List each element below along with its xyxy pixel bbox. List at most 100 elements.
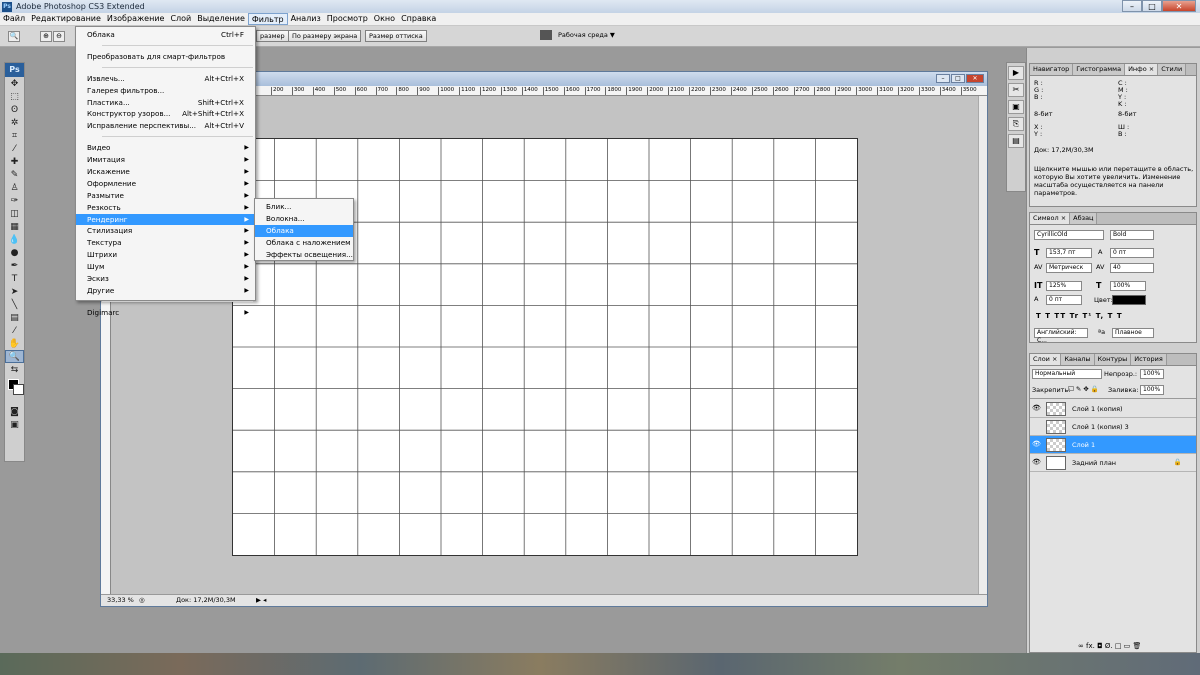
- tab-histogram[interactable]: Гистограмма: [1073, 64, 1126, 75]
- menu-image[interactable]: Изображение: [104, 13, 168, 25]
- slice-tool-icon[interactable]: ⁄: [5, 142, 24, 155]
- healing-brush-icon[interactable]: ✚: [5, 155, 24, 168]
- actual-pixels-button[interactable]: размер: [256, 30, 289, 42]
- menu-window[interactable]: Окно: [371, 13, 398, 25]
- leading-field[interactable]: 0 пт: [1110, 248, 1154, 258]
- layer-footer-buttons[interactable]: ∞ fx. ◘ Ø. □ ▭ 🗑: [1078, 642, 1141, 650]
- doc-maximize-button[interactable]: □: [951, 74, 965, 83]
- zoom-in-icon[interactable]: ⊕: [40, 31, 52, 42]
- opacity-field[interactable]: 100%: [1140, 369, 1164, 379]
- tools-preset-icon[interactable]: ✂: [1008, 83, 1024, 97]
- vertical-scale-field[interactable]: 125%: [1046, 281, 1082, 291]
- menu-item-sketch[interactable]: Эскиз ▶: [76, 273, 255, 285]
- eyedropper-icon[interactable]: ⁄: [5, 324, 24, 337]
- measurement-log-icon[interactable]: ▤: [1008, 134, 1024, 148]
- tab-channels[interactable]: Каналы: [1061, 354, 1095, 365]
- minimize-button[interactable]: –: [1122, 0, 1142, 12]
- tab-info[interactable]: Инфо ×: [1125, 64, 1159, 75]
- zoom-tool-icon[interactable]: 🔍: [8, 31, 20, 42]
- zoom-out-icon[interactable]: ⊖: [53, 31, 65, 42]
- pen-tool-icon[interactable]: ✒: [5, 259, 24, 272]
- tab-paragraph[interactable]: Абзац: [1070, 213, 1098, 224]
- tab-navigator[interactable]: Навигатор: [1030, 64, 1074, 75]
- notes-tool-icon[interactable]: ▤: [5, 311, 24, 324]
- blur-tool-icon[interactable]: 💧: [5, 233, 24, 246]
- default-colors-icon[interactable]: ⇆: [5, 363, 24, 376]
- tracking-field[interactable]: 40: [1110, 263, 1154, 273]
- hand-tool-icon[interactable]: ✋: [5, 337, 24, 350]
- menu-item-digimarc[interactable]: Digimarc ▶: [76, 307, 255, 319]
- menu-item-texture[interactable]: Текстура ▶: [76, 237, 255, 249]
- menu-view[interactable]: Просмотр: [324, 13, 371, 25]
- menu-item-lighting-effects[interactable]: Эффекты освещения...: [255, 249, 353, 261]
- eraser-tool-icon[interactable]: ◫: [5, 207, 24, 220]
- type-tool-icon[interactable]: T: [5, 272, 24, 285]
- menu-item-noise[interactable]: Шум ▶: [76, 261, 255, 273]
- menu-item-pattern-maker[interactable]: Конструктор узоров... Alt+Shift+Ctrl+X: [76, 108, 255, 120]
- path-select-icon[interactable]: ➤: [5, 285, 24, 298]
- antialias-select[interactable]: Плавное: [1112, 328, 1154, 338]
- history-brush-icon[interactable]: ✑: [5, 194, 24, 207]
- zoom-level[interactable]: 33,33 %: [107, 595, 134, 606]
- kerning-field[interactable]: Метрическ: [1046, 263, 1092, 273]
- menu-item-pixelate[interactable]: Оформление ▶: [76, 178, 255, 190]
- visibility-eye-icon[interactable]: [1032, 422, 1041, 431]
- menu-analysis[interactable]: Анализ: [288, 13, 324, 25]
- text-color-swatch[interactable]: [1112, 295, 1146, 305]
- font-family-select[interactable]: CyrillicOld: [1034, 230, 1104, 240]
- baseline-shift-field[interactable]: 0 пт: [1046, 295, 1082, 305]
- visibility-eye-icon[interactable]: 👁: [1032, 458, 1041, 467]
- layer-row[interactable]: 👁 Задний план 🔒: [1030, 454, 1196, 472]
- stamp-tool-icon[interactable]: ♙: [5, 181, 24, 194]
- maximize-button[interactable]: □: [1142, 0, 1162, 12]
- menu-item-distort[interactable]: Искажение ▶: [76, 166, 255, 178]
- close-button[interactable]: ✕: [1162, 0, 1196, 12]
- crop-tool-icon[interactable]: ⌗: [5, 129, 24, 142]
- menu-item-blur[interactable]: Размытие ▶: [76, 190, 255, 202]
- menu-select[interactable]: Выделение: [194, 13, 248, 25]
- menu-item-extract[interactable]: Извлечь... Alt+Ctrl+X: [76, 73, 255, 85]
- zoom-tool-icon[interactable]: 🔍: [5, 350, 24, 363]
- workspace-menu[interactable]: Рабочая среда ▼: [540, 30, 615, 40]
- layer-comps-icon[interactable]: ▣: [1008, 100, 1024, 114]
- print-size-button[interactable]: Размер оттиска: [365, 30, 427, 42]
- type-style-buttons[interactable]: T T TT Tr T¹ T, T T: [1036, 312, 1123, 320]
- language-select[interactable]: Английский: С...: [1034, 328, 1088, 344]
- tab-character[interactable]: Символ ×: [1030, 213, 1071, 224]
- tab-styles[interactable]: Стили: [1158, 64, 1187, 75]
- layer-row[interactable]: 👁 Слой 1: [1030, 436, 1196, 454]
- visibility-eye-icon[interactable]: 👁: [1032, 404, 1041, 413]
- font-size-field[interactable]: 153,7 пт: [1046, 248, 1092, 258]
- fill-field[interactable]: 100%: [1140, 385, 1164, 395]
- background-color-swatch[interactable]: [13, 384, 24, 395]
- layer-row[interactable]: Слой 1 (копия) 3: [1030, 418, 1196, 436]
- tab-history[interactable]: История: [1131, 354, 1167, 365]
- horizontal-scale-field[interactable]: 100%: [1110, 281, 1146, 291]
- magic-wand-icon[interactable]: ✲: [5, 116, 24, 129]
- blend-mode-select[interactable]: Нормальный: [1032, 369, 1102, 379]
- gradient-tool-icon[interactable]: ▦: [5, 220, 24, 233]
- menu-item-clouds[interactable]: Облака: [255, 224, 353, 237]
- font-style-select[interactable]: Bold: [1110, 230, 1154, 240]
- line-tool-icon[interactable]: ╲: [5, 298, 24, 311]
- doc-close-button[interactable]: ✕: [966, 74, 984, 83]
- tab-layers[interactable]: Слои ×: [1030, 354, 1062, 365]
- menu-item-convert-smart[interactable]: Преобразовать для смарт-фильтров: [76, 51, 255, 63]
- menu-item-video[interactable]: Видео ▶: [76, 142, 255, 154]
- menu-item-filter-gallery[interactable]: Галерея фильтров...: [76, 85, 255, 97]
- screen-mode-icon[interactable]: ▣: [5, 418, 24, 431]
- menu-filter[interactable]: Фильтр: [247, 13, 288, 25]
- menu-file[interactable]: Файл: [0, 13, 28, 25]
- brush-tool-icon[interactable]: ✎: [5, 168, 24, 181]
- menu-item-artistic[interactable]: Имитация ▶: [76, 154, 255, 166]
- move-tool-icon[interactable]: ✥: [5, 77, 24, 90]
- marquee-tool-icon[interactable]: ⬚: [5, 90, 24, 103]
- menu-item-liquify[interactable]: Пластика... Shift+Ctrl+X: [76, 97, 255, 109]
- menu-layer[interactable]: Слой: [167, 13, 194, 25]
- menu-item-fibers[interactable]: Волокна...: [255, 213, 353, 225]
- menu-item-lens-flare[interactable]: Блик...: [255, 201, 353, 213]
- doc-minimize-button[interactable]: –: [936, 74, 950, 83]
- menu-item-stylize[interactable]: Стилизация ▶: [76, 225, 255, 237]
- lasso-tool-icon[interactable]: ʘ: [5, 103, 24, 116]
- play-action-icon[interactable]: ▶: [1008, 66, 1024, 80]
